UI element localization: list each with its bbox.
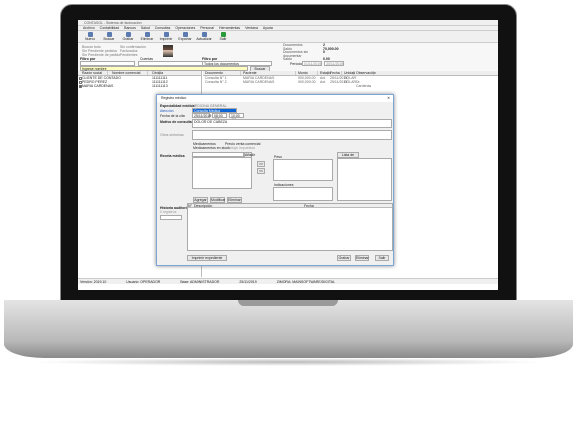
- start-time[interactable]: 08:00 AM: [212, 113, 227, 122]
- recipe-label: Receta médica: [160, 154, 185, 158]
- history-table: N° Descripción Fecha: [187, 203, 393, 251]
- option-sub: Incluye impuestos: [227, 146, 256, 150]
- toolbar-label: Actualizar: [196, 37, 212, 41]
- cell: MARIA CARDENAS: [243, 80, 275, 84]
- table-row[interactable]: Consulta N° 2 MARIA CARDENAS 900,000.00 Act…: [203, 80, 498, 88]
- history-count: 0 registros: [160, 210, 177, 214]
- column-header: Monto: [296, 71, 318, 75]
- status-item: ZIMORA: MAINSOFTWARE/DIGITAL: [276, 280, 336, 284]
- end-time[interactable]: 10:00 AM: [229, 113, 244, 122]
- attention-label: Atención: [160, 109, 174, 113]
- menu-item[interactable]: Ventana: [245, 26, 258, 30]
- cell: Act.: [320, 80, 327, 84]
- date-to[interactable]: 30/11/2019: [324, 61, 344, 66]
- exit-button[interactable]: Salir: [375, 255, 389, 261]
- toolbar: Nuevo Buscar Grabar Eliminar Imprimir Exporta…: [78, 31, 498, 43]
- col-description: Descripción: [194, 204, 213, 208]
- menu-item[interactable]: Personal: [200, 26, 214, 30]
- column-header: Razón social: [78, 71, 108, 75]
- document-filter-select[interactable]: Todos los documentos: [202, 61, 272, 66]
- toolbar-label: Imprimir: [159, 37, 173, 41]
- period-label: Período: [290, 62, 303, 66]
- save-button[interactable]: Grabar: [337, 255, 351, 261]
- toolbar-label: Exportar: [178, 37, 192, 41]
- client-id: 111111113: [152, 84, 168, 88]
- status-item: 25/11/2019: [239, 280, 257, 284]
- filter-panel: Buscar todo Sin Pendiente pedidos Sin Pend…: [78, 43, 498, 76]
- column-header: Unidad: [344, 71, 356, 75]
- toolbar-button-imprimir[interactable]: Imprimir: [159, 32, 173, 41]
- specialty-label: Especialidad médica: [160, 104, 195, 108]
- toolbar-button-buscar[interactable]: Buscar: [102, 32, 116, 41]
- toolbar-button-salir[interactable]: Salir: [216, 32, 230, 41]
- menu-item[interactable]: Consultas: [155, 26, 171, 30]
- history-pager[interactable]: [160, 215, 182, 220]
- reason-label: Motivo de consulta: [160, 120, 192, 124]
- summary-value: 70,000.00: [323, 46, 339, 51]
- column-header: Paciente: [241, 71, 296, 75]
- column-header: Fecha: [328, 71, 342, 75]
- toolbar-label: Grabar: [122, 37, 134, 41]
- weight-list[interactable]: [273, 159, 333, 181]
- toolbar-label: Salir: [219, 37, 227, 41]
- cell: DÓLAR: [344, 80, 357, 84]
- cell: 900,000.00: [298, 80, 316, 84]
- toolbar-button-exportar[interactable]: Exportar: [178, 32, 192, 41]
- notes-input[interactable]: [273, 187, 333, 201]
- status-item: Base: ADMINISTRADOR: [180, 280, 220, 284]
- cell: 25/11/2019: [330, 80, 348, 84]
- medication-list[interactable]: [192, 157, 252, 189]
- menu-item[interactable]: Bancos: [124, 26, 136, 30]
- toolbar-button-eliminar[interactable]: Eliminar: [140, 32, 154, 41]
- app-window: CONTASOL - Sistema de facturación Archiv…: [78, 20, 498, 290]
- menu-item[interactable]: Operaciones: [175, 26, 195, 30]
- column-header: Estado: [320, 71, 331, 75]
- close-icon[interactable]: ✕: [387, 96, 390, 100]
- window-title: CONTASOL - Sistema de facturación: [84, 21, 142, 25]
- toolbar-label: Eliminar: [140, 37, 154, 41]
- move-left-button[interactable]: <<: [257, 168, 265, 174]
- medical-record-dialog: Registro médico ✕ Especialidad médica ME…: [156, 94, 394, 266]
- dialog-title: Registro médico: [161, 96, 187, 100]
- delete-button[interactable]: Eliminar: [355, 255, 369, 261]
- menu-item[interactable]: Archivo: [83, 26, 95, 30]
- toolbar-label: Nuevo: [84, 37, 96, 41]
- status-item: Usuario: OPERADOR: [126, 280, 161, 284]
- status-item: Versión: 2019.10: [80, 280, 107, 284]
- move-right-button[interactable]: >>: [257, 161, 265, 167]
- toolbar-label: Buscar: [103, 37, 115, 41]
- col-date: Fecha: [304, 204, 314, 208]
- column-header: Observación: [356, 71, 376, 75]
- status-bar: Versión: 2019.10 Usuario: OPERADOR Base: A…: [78, 278, 498, 284]
- print-record-button[interactable]: Imprimir expediente: [187, 255, 227, 261]
- cell: Consulta N° 2: [205, 80, 227, 84]
- column-header: Documento: [203, 71, 241, 75]
- menu-item[interactable]: Contabilidad: [100, 26, 119, 30]
- client-name: MARIA CARDENAS: [82, 84, 114, 88]
- laptop-shadow: [30, 358, 547, 366]
- table-row[interactable]: MARIA CARDENAS 111111113: [78, 84, 201, 88]
- menu-item[interactable]: Ayuda: [263, 26, 273, 30]
- medication-catalog[interactable]: [337, 158, 392, 201]
- symptoms-label: Otros síntomas: [160, 133, 184, 137]
- date-from[interactable]: 01/11/2019: [302, 61, 322, 66]
- appointment-date[interactable]: 25/11/2019: [192, 113, 211, 118]
- toolbar-button-nuevo[interactable]: Nuevo: [83, 32, 97, 41]
- laptop-notch: [238, 300, 338, 306]
- reason-input[interactable]: DOLOR DE CABEZA: [192, 119, 392, 128]
- laptop-base: [4, 300, 573, 358]
- option-stock[interactable]: Medicamentos en stock: [193, 146, 230, 150]
- user-avatar: [163, 45, 173, 57]
- symptoms-input[interactable]: [192, 130, 392, 140]
- toolbar-button-actualizar[interactable]: Actualizar: [196, 32, 212, 41]
- date-label: Fecha de la cita: [160, 114, 185, 118]
- menu-item[interactable]: Herramientas: [219, 26, 240, 30]
- column-header: Cédula: [148, 71, 163, 75]
- menu-item[interactable]: Salud: [141, 26, 150, 30]
- toolbar-button-grabar[interactable]: Grabar: [121, 32, 135, 41]
- cell: Dr. Cardenas: [356, 80, 372, 88]
- column-header: Nombre comercial: [108, 71, 148, 75]
